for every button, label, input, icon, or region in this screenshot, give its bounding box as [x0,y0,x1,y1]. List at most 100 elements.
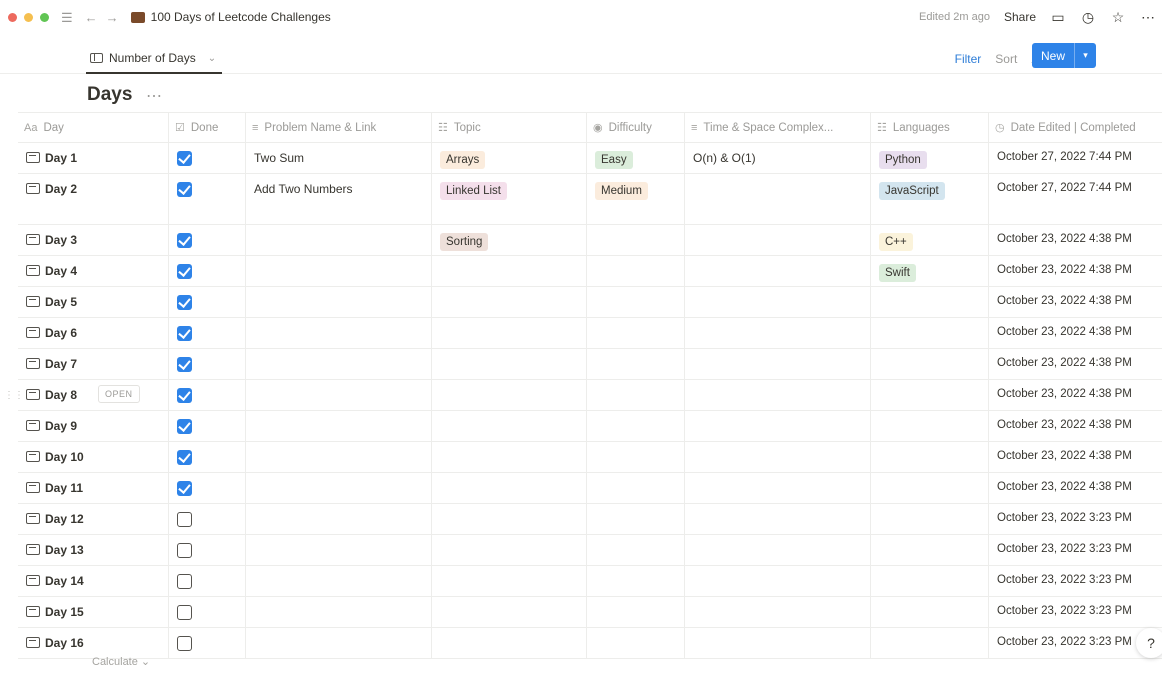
table-row[interactable]: Day 2 Add Two Numbers Linked List Medium Jav… [18,174,1162,225]
done-checkbox[interactable] [177,357,192,372]
problem-cell[interactable]: Two Sum [246,143,432,173]
problem-cell[interactable] [246,256,432,286]
history-icon[interactable]: ◷ [1080,9,1096,26]
complexity-cell[interactable] [685,287,871,317]
topic-cell[interactable] [432,349,587,379]
column-header[interactable]: ◉ Difficulty [587,113,685,142]
day-cell[interactable]: Day 5 [18,287,169,317]
topic-cell[interactable] [432,535,587,565]
done-checkbox[interactable] [177,481,192,496]
language-cell[interactable] [871,504,989,534]
problem-cell[interactable] [246,318,432,348]
day-cell[interactable]: Day 7 [18,349,169,379]
day-cell[interactable]: Day 4 [18,256,169,286]
done-checkbox[interactable] [177,605,192,620]
comment-icon[interactable]: ▭ [1050,9,1066,26]
close-window-button[interactable] [8,12,17,22]
complexity-cell[interactable] [685,411,871,441]
difficulty-cell[interactable] [587,256,685,286]
help-button[interactable]: ? [1136,628,1162,658]
language-cell[interactable] [871,287,989,317]
language-cell[interactable] [871,566,989,596]
day-cell[interactable]: Day 3 [18,225,169,255]
language-cell[interactable]: C++ [871,225,989,255]
more-icon[interactable]: ⋯ [146,86,162,106]
table-row[interactable]: Day 15 October 23, 2022 3:23 PM [18,597,1162,628]
column-header[interactable]: Aa Day [18,113,169,142]
done-checkbox[interactable] [177,636,192,651]
complexity-cell[interactable] [685,442,871,472]
breadcrumb[interactable]: 100 Days of Leetcode Challenges [130,10,331,24]
table-row[interactable]: Day 12 October 23, 2022 3:23 PM [18,504,1162,535]
day-cell[interactable]: Day 11 [18,473,169,503]
language-cell[interactable]: Swift [871,256,989,286]
problem-cell[interactable] [246,287,432,317]
language-cell[interactable] [871,628,989,658]
done-checkbox[interactable] [177,233,192,248]
done-checkbox[interactable] [177,264,192,279]
complexity-cell[interactable] [685,174,871,224]
difficulty-cell[interactable] [587,287,685,317]
difficulty-cell[interactable] [587,349,685,379]
difficulty-cell[interactable]: Easy [587,143,685,173]
topic-cell[interactable] [432,256,587,286]
table-row[interactable]: Day 6 October 23, 2022 4:38 PM [18,318,1162,349]
difficulty-cell[interactable] [587,566,685,596]
difficulty-cell[interactable]: Medium [587,174,685,224]
sidebar-toggle-icon[interactable]: ☰ [61,11,73,24]
table-row[interactable]: Day 9 October 23, 2022 4:38 PM [18,411,1162,442]
problem-cell[interactable] [246,442,432,472]
column-header[interactable]: ◷ Date Edited | Completed [989,113,1162,142]
difficulty-cell[interactable] [587,225,685,255]
column-header[interactable]: ☷ Topic [432,113,587,142]
done-checkbox[interactable] [177,326,192,341]
language-cell[interactable] [871,442,989,472]
complexity-cell[interactable] [685,225,871,255]
drag-handle-icon[interactable]: ⋮⋮ [4,390,24,401]
chevron-down-icon[interactable]: ⌄ [208,53,216,64]
day-cell[interactable]: Day 10 [18,442,169,472]
topic-cell[interactable] [432,287,587,317]
done-checkbox[interactable] [177,543,192,558]
language-cell[interactable]: Python [871,143,989,173]
day-cell[interactable]: Day 14 [18,566,169,596]
difficulty-cell[interactable] [587,535,685,565]
favorite-star-icon[interactable]: ☆ [1110,9,1126,26]
day-cell[interactable]: Day 9 [18,411,169,441]
done-checkbox[interactable] [177,450,192,465]
complexity-cell[interactable] [685,504,871,534]
column-header[interactable]: ☑ Done [169,113,246,142]
calculate-button[interactable]: Calculate ⌄ [92,655,150,668]
done-checkbox[interactable] [177,419,192,434]
forward-arrow-icon[interactable]: → [106,11,119,24]
topic-cell[interactable] [432,628,587,658]
done-checkbox[interactable] [177,388,192,403]
problem-cell[interactable] [246,380,432,410]
problem-cell[interactable] [246,349,432,379]
topic-cell[interactable] [432,597,587,627]
topic-cell[interactable] [432,411,587,441]
language-cell[interactable] [871,318,989,348]
table-row[interactable]: Day 5 October 23, 2022 4:38 PM [18,287,1162,318]
language-cell[interactable] [871,380,989,410]
day-cell[interactable]: Day 2 [18,174,169,224]
done-checkbox[interactable] [177,574,192,589]
topic-cell[interactable] [432,504,587,534]
difficulty-cell[interactable] [587,504,685,534]
column-header[interactable]: ≡ Problem Name & Link [246,113,432,142]
complexity-cell[interactable]: O(n) & O(1) [685,143,871,173]
problem-cell[interactable] [246,597,432,627]
difficulty-cell[interactable] [587,411,685,441]
problem-cell[interactable] [246,411,432,441]
table-row[interactable]: Day 13 October 23, 2022 3:23 PM [18,535,1162,566]
topic-cell[interactable]: Linked List [432,174,587,224]
problem-cell[interactable] [246,225,432,255]
done-checkbox[interactable] [177,512,192,527]
language-cell[interactable] [871,411,989,441]
day-cell[interactable]: Day 1 [18,143,169,173]
language-cell[interactable] [871,473,989,503]
table-row[interactable]: Day 11 October 23, 2022 4:38 PM [18,473,1162,504]
complexity-cell[interactable] [685,566,871,596]
complexity-cell[interactable] [685,628,871,658]
minimize-window-button[interactable] [24,12,33,22]
